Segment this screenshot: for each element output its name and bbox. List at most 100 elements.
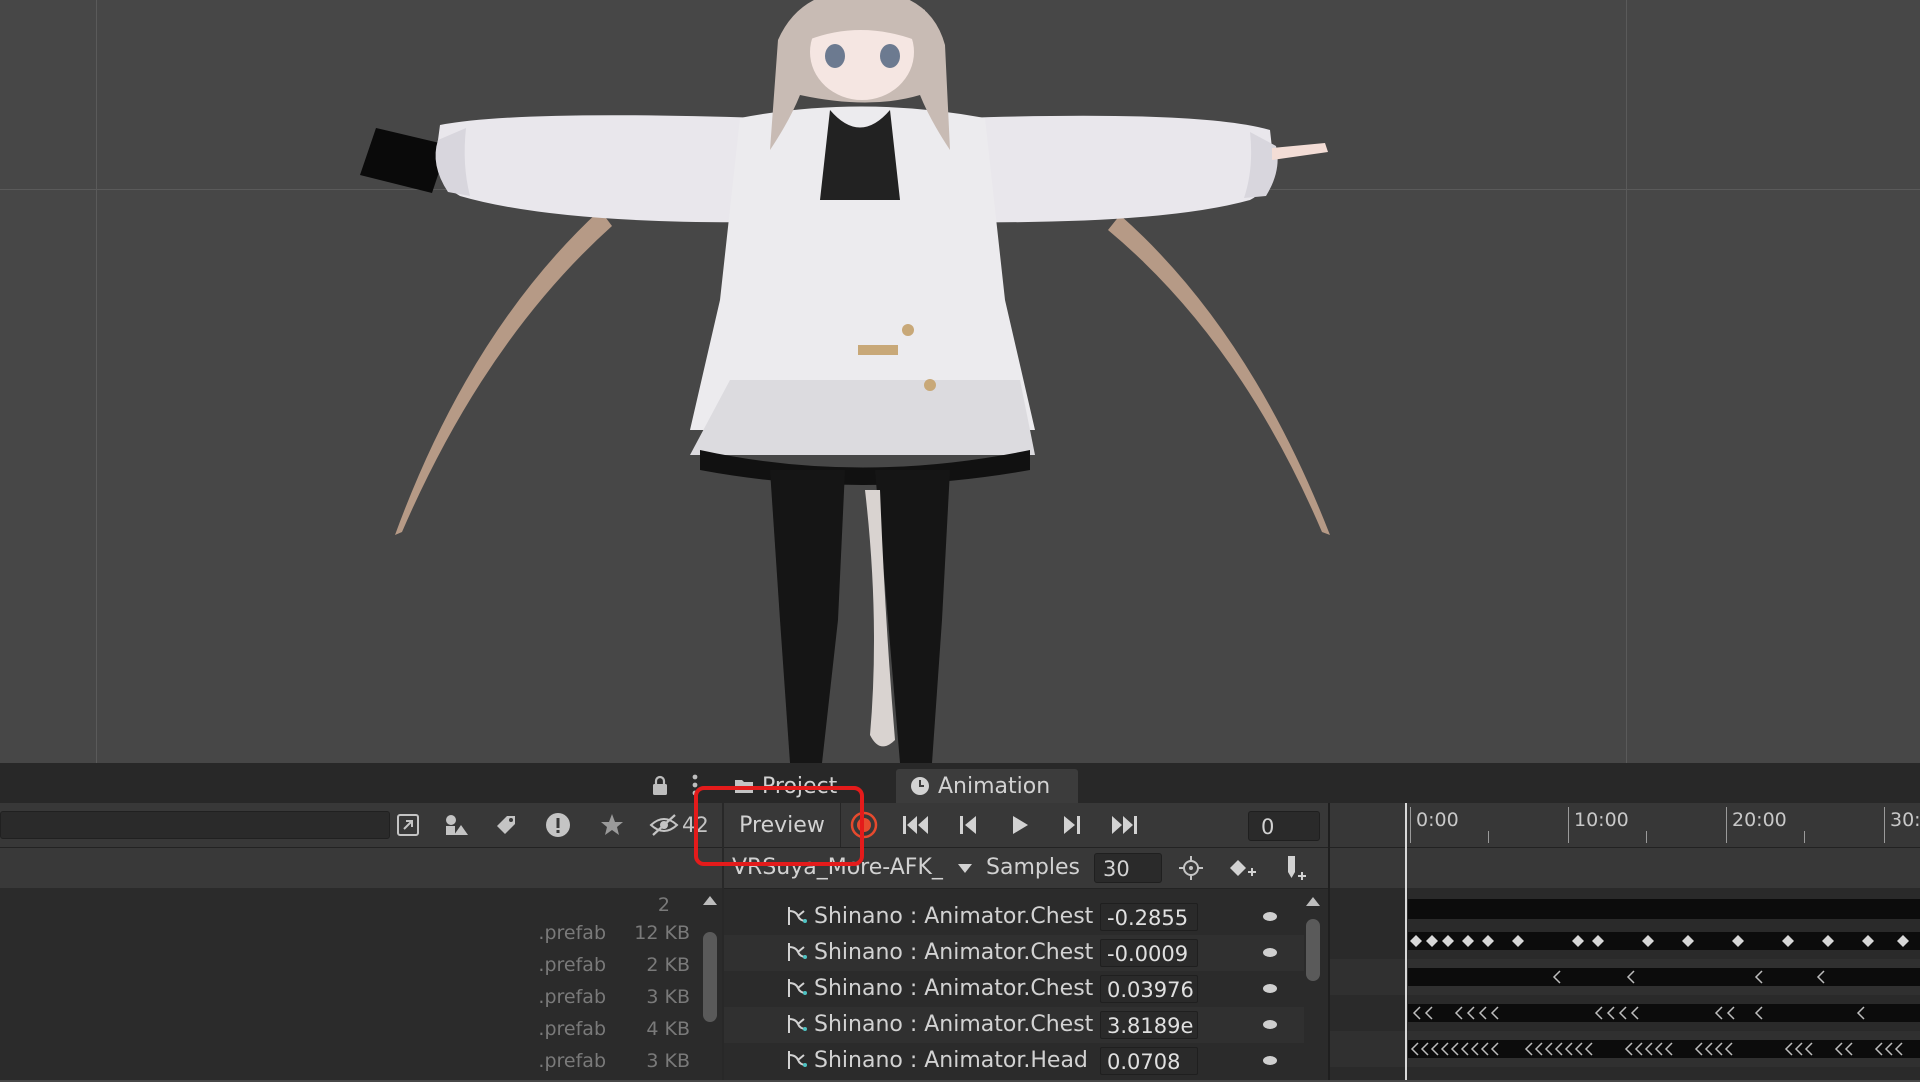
file-size: 3 KB xyxy=(646,1050,690,1072)
next-keyframe-button[interactable] xyxy=(1050,803,1094,847)
playhead[interactable] xyxy=(1405,803,1407,1080)
list-item[interactable]: .prefab 2 KB xyxy=(0,954,690,986)
dopesheet-header xyxy=(1330,848,1920,888)
property-value-input[interactable]: 0.0708 xyxy=(1100,1047,1198,1075)
file-ext: .prefab xyxy=(538,986,606,1008)
samples-input[interactable]: 30 xyxy=(1094,853,1162,883)
hand-right xyxy=(1272,143,1328,160)
play-button[interactable] xyxy=(998,803,1042,847)
animator-property-icon xyxy=(788,979,807,997)
skirt-hem xyxy=(700,450,1030,485)
chevron-down-icon[interactable] xyxy=(958,864,972,873)
keyframe-dot-icon[interactable] xyxy=(1263,1056,1277,1065)
file-size: 4 KB xyxy=(646,1018,690,1040)
tab-label: Animation xyxy=(938,773,1051,799)
animator-property-icon xyxy=(788,943,807,961)
file-ext: .prefab xyxy=(538,922,606,944)
button xyxy=(902,324,914,336)
project-browser-panel: 42 2 .prefab 12 KB .prefab 2 KB .prefab 3 K… xyxy=(0,765,722,1080)
tab-strip: Project Animation xyxy=(724,765,1920,803)
property-row[interactable]: Shinano : Animator.Chest -0.2855 xyxy=(724,899,1304,935)
file-list: 2 .prefab 12 KB .prefab 2 KB .prefab 3 KB .… xyxy=(0,888,690,1080)
property-list: Shinano : Animator.Chest -0.2855 Shinano… xyxy=(724,889,1328,1080)
lock-icon[interactable] xyxy=(650,775,670,797)
list-item[interactable]: .prefab 4 KB xyxy=(0,1018,690,1050)
property-row[interactable]: Shinano : Animator.Chest -0.0009 xyxy=(724,935,1304,971)
keyframe-dot-icon[interactable] xyxy=(1263,1020,1277,1029)
keyframes-icon xyxy=(1552,970,1825,984)
summary-key-row[interactable] xyxy=(1330,889,1920,925)
add-keyframe-icon[interactable] xyxy=(1226,852,1260,884)
time-label: 10:00 xyxy=(1574,809,1629,831)
key-row[interactable] xyxy=(1330,959,1920,995)
property-value-input[interactable]: 3.8189e xyxy=(1100,1011,1198,1039)
ruler-tick xyxy=(1884,807,1885,843)
key-row[interactable] xyxy=(1330,1031,1920,1067)
property-row[interactable]: Shinano : Animator.Head 0.0708 xyxy=(724,1043,1304,1079)
property-row[interactable]: Shinano : Animator.Chest 3.8189e xyxy=(724,1007,1304,1043)
animator-property-icon xyxy=(788,1015,807,1033)
frame-input[interactable]: 0 xyxy=(1248,811,1320,841)
time-ruler[interactable]: 0:00 10:00 20:00 30:0 xyxy=(1330,803,1920,848)
eye-right xyxy=(880,44,900,68)
star-icon[interactable] xyxy=(596,809,628,841)
list-item[interactable]: .prefab 3 KB xyxy=(0,986,690,1018)
scene-view[interactable] xyxy=(0,0,1920,763)
file-count: 2 xyxy=(657,894,670,916)
search-input[interactable] xyxy=(0,811,390,839)
property-value-input[interactable]: -0.0009 xyxy=(1100,939,1198,967)
keyframes-icon xyxy=(1410,1042,1903,1056)
property-row[interactable]: Shinano : Animator.Chest 0.03976 xyxy=(724,971,1304,1007)
keyframe-dot-icon[interactable] xyxy=(1263,984,1277,993)
warning-icon[interactable] xyxy=(542,809,574,841)
property-value-input[interactable]: -0.2855 xyxy=(1100,903,1198,931)
hair-tail-left xyxy=(395,210,612,535)
filter-by-type-icon[interactable] xyxy=(440,809,472,841)
time-label: 0:00 xyxy=(1416,809,1459,831)
add-event-icon[interactable] xyxy=(1278,852,1312,884)
animator-property-icon xyxy=(788,1051,807,1069)
key-row[interactable] xyxy=(1330,923,1920,959)
project-toolbar: 42 xyxy=(0,803,722,848)
project-panel-header xyxy=(0,765,722,803)
animator-property-icon xyxy=(788,907,807,925)
breadcrumb xyxy=(0,848,722,888)
ruler-tick xyxy=(1646,831,1647,843)
step-back-icon xyxy=(960,816,976,834)
keyframe-dot-icon[interactable] xyxy=(1263,948,1277,957)
scroll-up-icon[interactable] xyxy=(1306,897,1320,906)
skip-to-start-icon xyxy=(903,816,928,834)
open-window-icon[interactable] xyxy=(392,809,424,841)
keyframe-dot-icon[interactable] xyxy=(1263,912,1277,921)
step-forward-icon xyxy=(1064,816,1080,834)
file-ext: .prefab xyxy=(538,954,606,976)
time-label: 30:0 xyxy=(1890,809,1920,831)
tab-animation[interactable]: Animation xyxy=(896,769,1078,803)
list-item[interactable]: .prefab 12 KB xyxy=(0,922,690,954)
scroll-thumb[interactable] xyxy=(1306,919,1320,981)
key-row[interactable] xyxy=(1330,995,1920,1031)
list-item[interactable]: .prefab 3 KB xyxy=(0,1050,690,1082)
hidden-icon[interactable] xyxy=(648,809,680,841)
scroll-up-icon[interactable] xyxy=(703,896,717,905)
property-value-input[interactable]: 0.03976 xyxy=(1100,975,1198,1003)
dopesheet-timeline[interactable]: 0:00 10:00 20:00 30:0 xyxy=(1330,803,1920,1080)
highlight-box xyxy=(694,786,864,866)
tag-icon[interactable] xyxy=(490,809,522,841)
keyframe-track[interactable] xyxy=(1408,899,1920,919)
clock-icon xyxy=(911,777,929,795)
file-size: 12 KB xyxy=(634,922,690,944)
file-size: 2 KB xyxy=(646,954,690,976)
crosshair-icon[interactable] xyxy=(1174,852,1208,884)
property-list-scrollbar[interactable] xyxy=(1302,889,1324,1080)
previous-keyframe-button[interactable] xyxy=(946,803,990,847)
scroll-thumb[interactable] xyxy=(703,932,717,1022)
last-keyframe-button[interactable] xyxy=(1102,803,1146,847)
file-list-scrollbar[interactable] xyxy=(700,888,720,1080)
avatar-model[interactable] xyxy=(0,0,1920,763)
first-keyframe-button[interactable] xyxy=(894,803,938,847)
file-ext: .prefab xyxy=(538,1050,606,1072)
ruler-tick xyxy=(1568,807,1569,843)
time-label: 20:00 xyxy=(1732,809,1787,831)
ruler-tick xyxy=(1410,807,1411,843)
